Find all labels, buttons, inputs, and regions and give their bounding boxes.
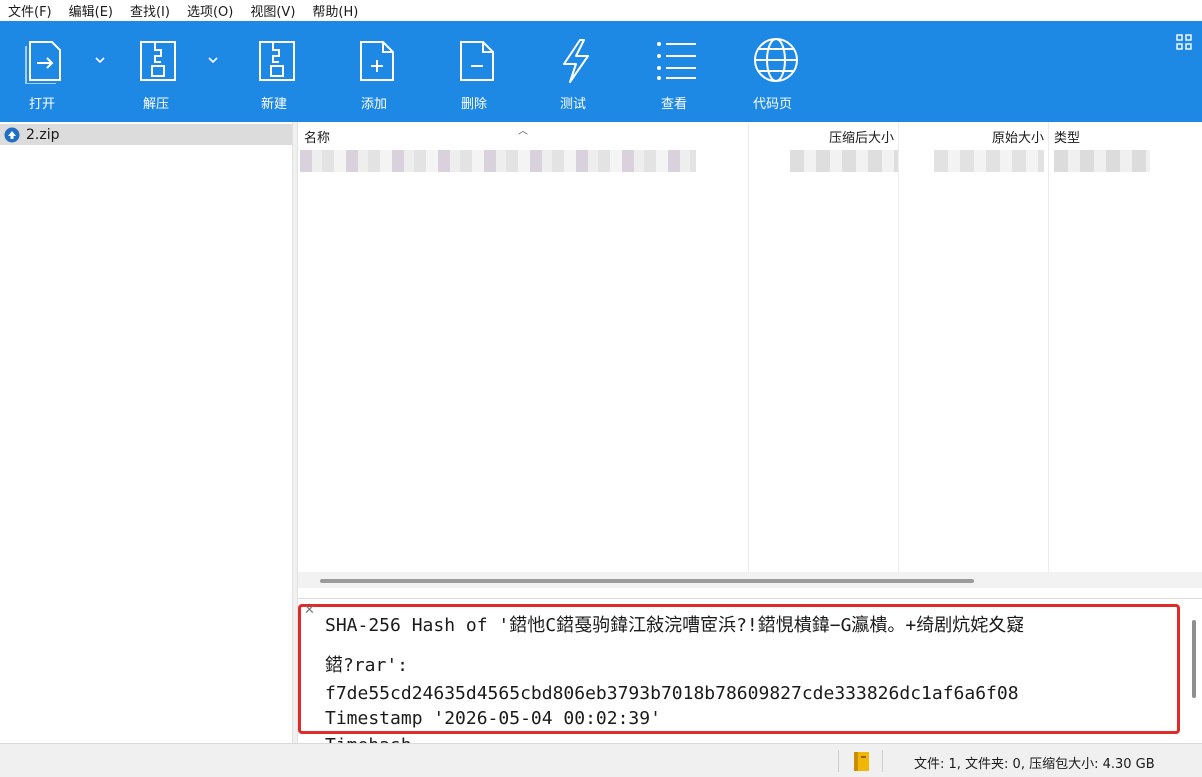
open-label: 打开 (29, 97, 56, 112)
globe-icon (754, 38, 798, 82)
layout-grid-icon[interactable] (1176, 34, 1192, 50)
archive-book-icon (854, 752, 869, 771)
archive-name: 2.zip (26, 126, 60, 143)
new-label: 新建 (261, 97, 288, 112)
menu-help[interactable]: 帮助(H) (312, 1, 358, 20)
redacted-original-size-cell (934, 150, 1044, 172)
column-divider (1048, 122, 1049, 572)
status-bar: 文件: 1, 文件夹: 0, 压缩包大小: 4.30 GB (0, 743, 1202, 777)
column-original-size-label: 原始大小 (991, 130, 1044, 146)
codepage-button[interactable]: 代码页 (750, 21, 802, 122)
column-header-compressed-size[interactable]: 压缩后大小 (750, 122, 898, 150)
extract-dropdown-icon[interactable] (206, 53, 220, 67)
test-button[interactable]: 测试 (556, 21, 596, 122)
view-label: 查看 (661, 97, 688, 112)
test-label: 测试 (560, 97, 587, 112)
hash-value: f7de55cd24635d4565cbd806eb3793b7018b7860… (325, 683, 1019, 704)
column-name-label: 名称 (304, 130, 331, 146)
column-divider (748, 122, 749, 572)
column-compressed-size-label: 压缩后大小 (828, 130, 894, 146)
add-file-icon (360, 41, 394, 81)
open-dropdown-icon[interactable] (93, 53, 107, 67)
delete-button[interactable]: 删除 (456, 21, 498, 122)
timestamp-line: Timestamp '2026-05-04 00:02:39' (325, 708, 661, 729)
menu-options[interactable]: 选项(O) (187, 1, 233, 20)
column-divider (898, 122, 899, 572)
hash-title-line-2: 鍣?rar': (325, 655, 409, 676)
redacted-name-cell (300, 150, 696, 172)
cut-off-line: Timehash (325, 735, 412, 743)
folder-tree-panel: 2.zip (0, 122, 292, 743)
view-button[interactable]: 查看 (654, 21, 698, 122)
new-button[interactable]: 新建 (254, 21, 300, 122)
toolbar: 打开 解压 新建 添加 删除 测试 查看 代码页 (0, 21, 1202, 122)
menu-view[interactable]: 视图(V) (250, 1, 295, 20)
list-view-icon (657, 42, 696, 80)
open-button[interactable]: 打开 (20, 21, 66, 122)
redacted-type-cell (1054, 150, 1150, 172)
horizontal-scrollbar-thumb[interactable] (320, 579, 974, 583)
delete-label: 删除 (461, 97, 488, 112)
add-button[interactable]: 添加 (356, 21, 398, 122)
menu-edit[interactable]: 编辑(E) (69, 1, 113, 20)
lightning-icon (563, 39, 589, 83)
menu-file[interactable]: 文件(F) (8, 1, 52, 20)
add-label: 添加 (361, 97, 388, 112)
extract-button[interactable]: 解压 (134, 21, 182, 122)
hash-title-line: SHA-256 Hash of '鍣忚C鍣戞驹鍏江敍浣嘈宧浜?!鍣悓樻鍏−G瀛樻… (325, 615, 1025, 636)
redacted-compressed-size-cell (790, 150, 898, 172)
extract-label: 解压 (143, 97, 170, 112)
info-pane-scrollbar[interactable] (1192, 620, 1196, 698)
menu-find[interactable]: 查找(I) (130, 1, 170, 20)
zip-archive-icon (4, 127, 20, 142)
codepage-label: 代码页 (753, 97, 793, 112)
open-icon (25, 41, 61, 84)
delete-file-icon (460, 41, 494, 81)
status-summary: 文件: 1, 文件夹: 0, 压缩包大小: 4.30 GB (914, 757, 1155, 772)
column-header-name[interactable]: 名称 (304, 122, 744, 150)
info-pane: ✕ SHA-256 Hash of '鍣忚C鍣戞驹鍏江敍浣嘈宧浜?!鍣悓樻鍏−G… (298, 598, 1202, 743)
file-list: ︿ 名称 压缩后大小 原始大小 类型 (298, 122, 1202, 598)
new-archive-icon (259, 41, 295, 81)
status-divider (882, 750, 883, 772)
menu-bar: 文件(F) 编辑(E) 查找(I) 选项(O) 视图(V) 帮助(H) (0, 0, 1202, 21)
column-header-original-size[interactable]: 原始大小 (900, 122, 1048, 150)
status-divider (838, 750, 839, 772)
column-header-type[interactable]: 类型 (1054, 122, 1194, 150)
tree-item-archive[interactable]: 2.zip (0, 124, 292, 145)
extract-icon (140, 41, 176, 81)
close-icon[interactable]: ✕ (304, 603, 315, 618)
column-type-label: 类型 (1054, 130, 1081, 146)
